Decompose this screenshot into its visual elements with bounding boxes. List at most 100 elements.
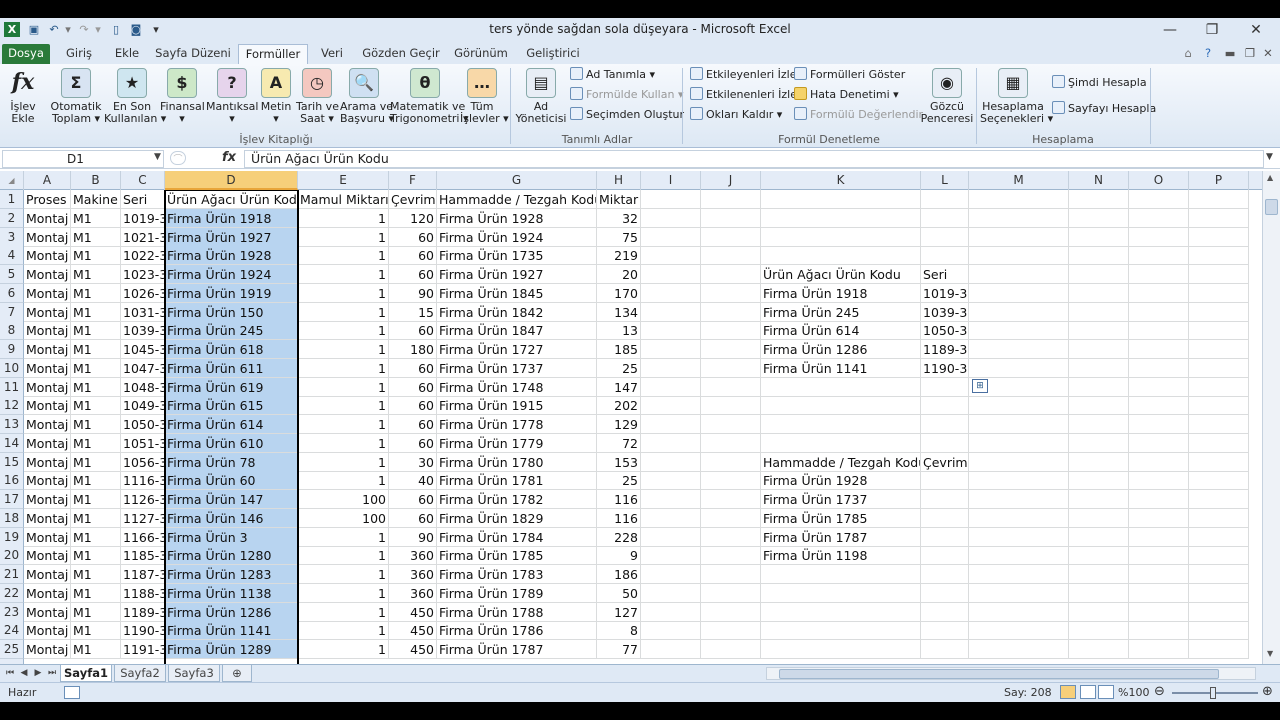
cell-l23[interactable] <box>921 602 969 622</box>
cell-k25[interactable] <box>761 640 921 659</box>
cell-h2[interactable]: 32 <box>597 208 641 228</box>
cell-f14[interactable]: 60 <box>389 433 437 453</box>
expand-icon[interactable]: ⌒ <box>170 151 186 165</box>
cell-g14[interactable]: Firma Ürün 1779 <box>437 433 597 453</box>
cell-l11[interactable] <box>921 377 969 397</box>
cell-p22[interactable] <box>1189 583 1249 603</box>
cell-g4[interactable]: Firma Ürün 1735 <box>437 246 597 266</box>
cell-f9[interactable]: 180 <box>389 340 437 359</box>
cell-o3[interactable] <box>1129 227 1189 247</box>
cell-a6[interactable]: Montaj <box>24 283 71 303</box>
row-header[interactable]: 21 <box>0 565 24 584</box>
cell-h21[interactable]: 186 <box>597 565 641 584</box>
cell-p24[interactable] <box>1189 621 1249 641</box>
spreadsheet-grid[interactable]: 1 Proses Makine Seri Ürün Ağacı Ürün Kodu Mam… <box>0 190 1262 664</box>
cell-c13[interactable]: 1050-3 <box>121 415 165 434</box>
cell-a12[interactable]: Montaj <box>24 396 71 416</box>
cell-g15[interactable]: Firma Ürün 1780 <box>437 452 597 472</box>
cell-g7[interactable]: Firma Ürün 1842 <box>437 302 597 322</box>
cell-m5[interactable] <box>969 265 1069 284</box>
cell-d20[interactable]: Firma Ürün 1280 <box>165 546 298 566</box>
cell-g5[interactable]: Firma Ürün 1927 <box>437 265 597 284</box>
cell-h6[interactable]: 170 <box>597 283 641 303</box>
column-header-e[interactable]: E <box>298 171 389 190</box>
cell-h22[interactable]: 50 <box>597 583 641 603</box>
cell-a16[interactable]: Montaj <box>24 471 71 491</box>
cell-d19[interactable]: Firma Ürün 3 <box>165 527 298 547</box>
cell-e15[interactable]: 1 <box>298 452 389 472</box>
cell-e23[interactable]: 1 <box>298 602 389 622</box>
row-header[interactable]: 23 <box>0 602 24 622</box>
cell-j10[interactable] <box>701 358 761 378</box>
row-header[interactable]: 19 <box>0 527 24 547</box>
cell-i21[interactable] <box>641 565 701 584</box>
cell-p13[interactable] <box>1189 415 1249 434</box>
row-header[interactable]: 6 <box>0 283 24 303</box>
row-header[interactable]: 9 <box>0 340 24 359</box>
cell-l16[interactable] <box>921 471 969 491</box>
cell-p14[interactable] <box>1189 433 1249 453</box>
macro-record-icon[interactable] <box>64 686 80 699</box>
cell-f25[interactable]: 450 <box>389 640 437 659</box>
cell-e8[interactable]: 1 <box>298 321 389 341</box>
cell-p7[interactable] <box>1189 302 1249 322</box>
trace-precedents-button[interactable]: Etkileyenleri İzle <box>690 66 797 84</box>
cell-l19[interactable] <box>921 527 969 547</box>
cell-m9[interactable] <box>969 340 1069 359</box>
cell-a19[interactable]: Montaj <box>24 527 71 547</box>
cell-a22[interactable]: Montaj <box>24 583 71 603</box>
cell-l18[interactable] <box>921 508 969 528</box>
cell-l4[interactable] <box>921 246 969 266</box>
cell-j18[interactable] <box>701 508 761 528</box>
cell-n22[interactable] <box>1069 583 1129 603</box>
cell-f24[interactable]: 450 <box>389 621 437 641</box>
cell-c21[interactable]: 1187-3 <box>121 565 165 584</box>
cell-b9[interactable]: M1 <box>71 340 121 359</box>
cell-d14[interactable]: Firma Ürün 610 <box>165 433 298 453</box>
zoom-out-icon[interactable]: ⊖ <box>1154 684 1165 699</box>
cell-a14[interactable]: Montaj <box>24 433 71 453</box>
column-header-c[interactable]: C <box>121 171 165 190</box>
cell-h4[interactable]: 219 <box>597 246 641 266</box>
cell-j20[interactable] <box>701 546 761 566</box>
column-header-h[interactable]: H <box>597 171 641 190</box>
cell-b12[interactable]: M1 <box>71 396 121 416</box>
cell-d5[interactable]: Firma Ürün 1924 <box>165 265 298 284</box>
row-header[interactable]: 12 <box>0 396 24 416</box>
cell-g12[interactable]: Firma Ürün 1915 <box>437 396 597 416</box>
cell-p5[interactable] <box>1189 265 1249 284</box>
cell-h16[interactable]: 25 <box>597 471 641 491</box>
cell-n1[interactable] <box>1069 190 1129 209</box>
cell-i2[interactable] <box>641 208 701 228</box>
calculation-options-button[interactable]: ▦ Hesaplama Seçenekleri ▾ <box>980 68 1053 125</box>
cell-b11[interactable]: M1 <box>71 377 121 397</box>
cell-j2[interactable] <box>701 208 761 228</box>
cell-h15[interactable]: 153 <box>597 452 641 472</box>
cell-d24[interactable]: Firma Ürün 1141 <box>165 621 298 641</box>
cell-i8[interactable] <box>641 321 701 341</box>
cell-g25[interactable]: Firma Ürün 1787 <box>437 640 597 659</box>
cell-b13[interactable]: M1 <box>71 415 121 434</box>
name-box-dropdown-icon[interactable]: ▼ <box>154 152 161 162</box>
cell-m1[interactable] <box>969 190 1069 209</box>
cell-d8[interactable]: Firma Ürün 245 <box>165 321 298 341</box>
cell-l6[interactable]: 1019-3 <box>921 283 969 303</box>
cell-d17[interactable]: Firma Ürün 147 <box>165 490 298 509</box>
cell-a4[interactable]: Montaj <box>24 246 71 266</box>
cell-m21[interactable] <box>969 565 1069 584</box>
cell-f21[interactable]: 360 <box>389 565 437 584</box>
cell-p3[interactable] <box>1189 227 1249 247</box>
cell-n8[interactable] <box>1069 321 1129 341</box>
cell-m18[interactable] <box>969 508 1069 528</box>
cell-l17[interactable] <box>921 490 969 509</box>
cell-i18[interactable] <box>641 508 701 528</box>
cell-o13[interactable] <box>1129 415 1189 434</box>
cell-e24[interactable]: 1 <box>298 621 389 641</box>
cell-a18[interactable]: Montaj <box>24 508 71 528</box>
cell-l2[interactable] <box>921 208 969 228</box>
function-library-button-6[interactable]: 🔍 Arama ve Başvuru ▾ <box>340 68 394 125</box>
cell-b21[interactable]: M1 <box>71 565 121 584</box>
cell-m23[interactable] <box>969 602 1069 622</box>
cell-c12[interactable]: 1049-3 <box>121 396 165 416</box>
cell-h19[interactable]: 228 <box>597 527 641 547</box>
